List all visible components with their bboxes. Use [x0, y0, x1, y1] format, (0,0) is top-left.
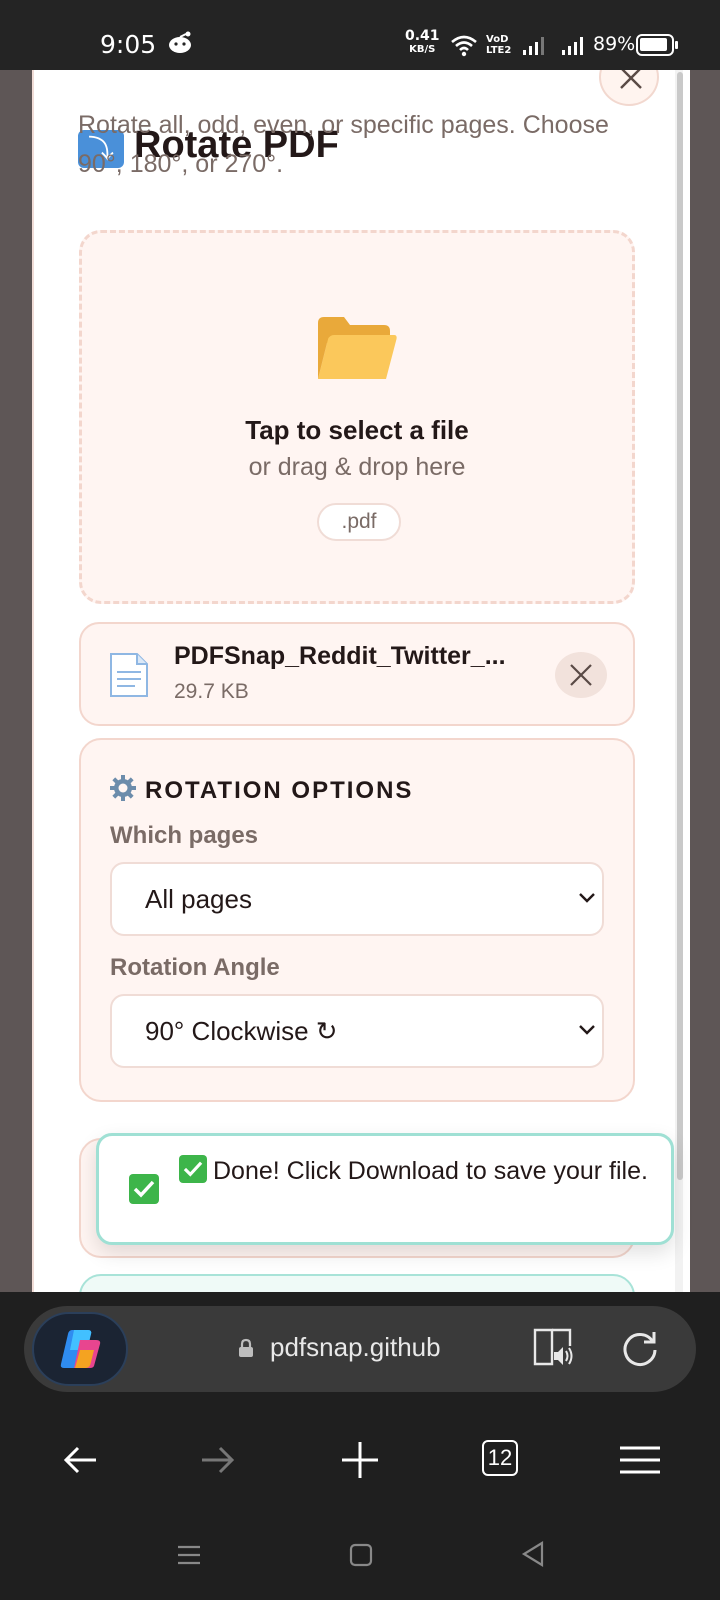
- which-pages-label: Which pages: [110, 822, 259, 849]
- lock-icon: [239, 1338, 253, 1357]
- rotation-angle-label: Rotation Angle: [110, 954, 280, 981]
- selected-file-card: PDFSnap_Reddit_Twitter_... 29.7 KB: [79, 622, 635, 726]
- toast-message: Done! Click Download to save your file.: [179, 1154, 659, 1188]
- back-arrow-icon[interactable]: [60, 1440, 100, 1480]
- url-text[interactable]: pdfsnap.github: [270, 1332, 460, 1363]
- rotation-angle-select[interactable]: 90° Clockwise ↻: [110, 994, 604, 1068]
- drop-zone-subtitle: or drag & drop here: [248, 453, 466, 481]
- gear-icon: [110, 775, 136, 801]
- tabs-button[interactable]: 12: [482, 1440, 518, 1476]
- battery-icon: [636, 34, 678, 56]
- signal-icon-2: [562, 37, 583, 55]
- close-icon: [620, 70, 642, 89]
- menu-hamburger-icon[interactable]: [618, 1440, 662, 1480]
- recent-apps-icon[interactable]: [176, 1542, 202, 1568]
- rotation-options-heading: ROTATION OPTIONS: [109, 774, 413, 805]
- address-bar[interactable]: pdfsnap.github: [24, 1306, 696, 1392]
- signal-icon: [523, 37, 544, 55]
- backdrop-right: [690, 70, 720, 1292]
- folder-icon: [318, 317, 397, 379]
- system-navigation-bar: [0, 1520, 720, 1600]
- success-toast[interactable]: Done! Click Download to save your file.: [96, 1133, 674, 1245]
- file-type-chip: .pdf: [317, 503, 401, 541]
- battery-percent: 89%: [593, 33, 636, 55]
- file-drop-zone[interactable]: Tap to select a file or drag & drop here…: [79, 230, 635, 604]
- chevron-down-icon: [579, 893, 595, 903]
- check-icon: [129, 1174, 159, 1204]
- rotation-options-card: ROTATION OPTIONS Which pages All pages R…: [79, 738, 635, 1102]
- close-modal-button[interactable]: [599, 70, 659, 106]
- modal-subtitle: Rotate all, odd, even, or specific pages…: [78, 111, 609, 178]
- home-icon[interactable]: [348, 1542, 374, 1568]
- network-speed-unit: KB/S: [409, 44, 436, 55]
- reddit-notification-icon: [169, 31, 191, 53]
- copilot-icon: [60, 1330, 101, 1368]
- file-name: PDFSnap_Reddit_Twitter_...: [174, 642, 506, 670]
- rotate-pdf-modal: ⤵ Rotate PDF Rotate all, odd, even, or s…: [32, 70, 690, 1292]
- volte-indicator: VoD LTE2: [486, 34, 512, 56]
- rotation-angle-value: 90° Clockwise ↻: [145, 1016, 338, 1046]
- reload-icon[interactable]: [620, 1328, 660, 1368]
- network-speed: 0.41 KB/S: [405, 28, 440, 56]
- toast-message-text: Done! Click Download to save your file.: [213, 1157, 648, 1185]
- close-icon: [570, 664, 592, 686]
- forward-arrow-icon[interactable]: [198, 1440, 238, 1480]
- backdrop-left: [0, 70, 32, 1292]
- status-time: 9:05: [100, 30, 157, 59]
- rotation-options-heading-text: ROTATION OPTIONS: [145, 777, 414, 804]
- network-speed-value: 0.41: [405, 28, 440, 44]
- read-aloud-icon[interactable]: [532, 1326, 578, 1370]
- copilot-button[interactable]: [32, 1312, 128, 1386]
- status-bar: 9:05 0.41 KB/S VoD LTE2 89%: [0, 0, 720, 70]
- which-pages-value: All pages: [145, 884, 252, 914]
- document-icon: [110, 653, 148, 697]
- wifi-icon: [451, 35, 477, 57]
- remove-file-button[interactable]: [555, 652, 607, 698]
- chevron-down-icon: [579, 1025, 595, 1035]
- file-size: 29.7 KB: [174, 680, 249, 703]
- browser-toolbar: pdfsnap.github: [0, 1292, 720, 1398]
- which-pages-select[interactable]: All pages: [110, 862, 604, 936]
- back-triangle-icon[interactable]: [520, 1540, 546, 1568]
- new-tab-plus-icon[interactable]: [340, 1440, 380, 1480]
- scrollbar-thumb[interactable]: [677, 72, 683, 1180]
- drop-zone-title: Tap to select a file: [245, 415, 469, 445]
- download-card: [79, 1274, 635, 1292]
- check-icon: [179, 1155, 207, 1183]
- browser-bottom-nav: 12: [0, 1398, 720, 1520]
